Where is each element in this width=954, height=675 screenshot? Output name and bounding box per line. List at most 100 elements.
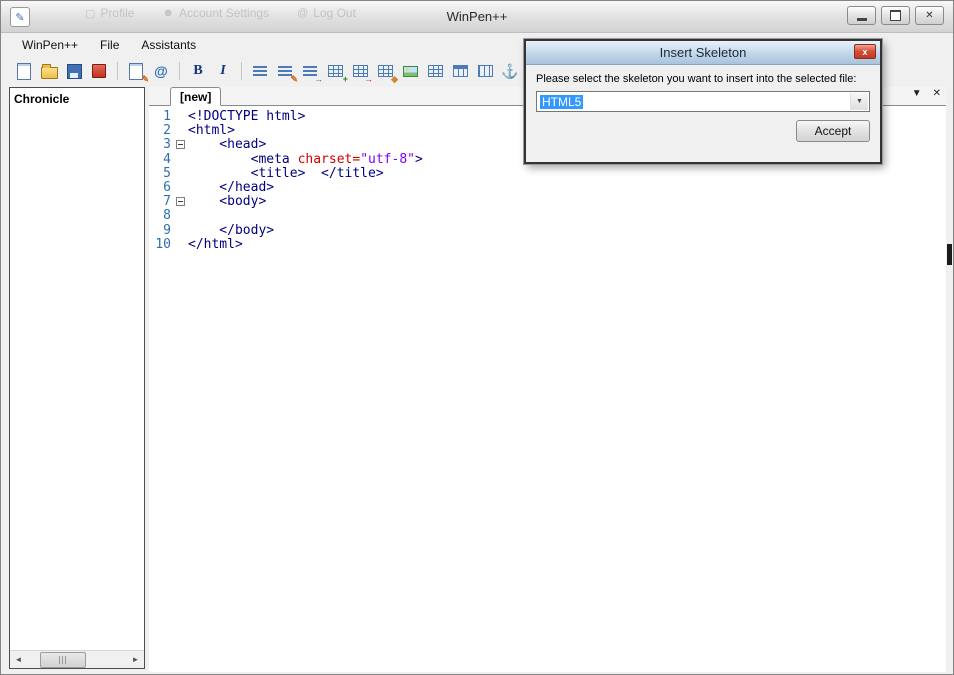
align-center-button[interactable] (249, 60, 271, 82)
table-grid-button[interactable] (424, 60, 446, 82)
save-file-icon (67, 64, 82, 79)
scroll-left-button[interactable]: ◄ (10, 651, 27, 668)
open-folder-button[interactable] (38, 60, 60, 82)
save-file-button[interactable] (63, 60, 85, 82)
code-line: 8 (149, 209, 946, 223)
dialog-close-icon: x (862, 47, 867, 57)
window-title: WinPen++ (1, 9, 953, 24)
fold-margin (174, 124, 188, 138)
table-insert-row-button[interactable]: + (324, 60, 346, 82)
line-number: 5 (149, 167, 174, 181)
new-file-button[interactable] (13, 60, 35, 82)
table-columns-button[interactable] (474, 60, 496, 82)
code-token: <title> </title> (188, 166, 384, 181)
fold-margin[interactable] (174, 195, 188, 209)
line-number: 3 (149, 138, 174, 152)
table-insert-cell-button[interactable]: → (349, 60, 371, 82)
code-token: <!DOCTYPE html> (188, 109, 305, 124)
menu-item-file[interactable]: File (89, 34, 130, 56)
align-indent-button[interactable]: → (299, 60, 321, 82)
bold-button[interactable]: B (187, 60, 209, 82)
fold-collapse-icon[interactable] (176, 197, 185, 206)
code-token: </head> (188, 180, 274, 195)
tab-label: [new] (180, 90, 211, 104)
code-text: <head> (188, 138, 266, 152)
fold-margin (174, 224, 188, 238)
dialog-title: Insert Skeleton (660, 45, 747, 60)
code-text: <title> </title> (188, 167, 384, 181)
table-insert-row-badge-icon: + (343, 75, 348, 84)
fold-margin[interactable] (174, 138, 188, 152)
table-image-button[interactable]: ◆ (374, 60, 396, 82)
table-insert-cell-badge-icon: → (364, 75, 373, 84)
code-token: charset= (298, 152, 361, 167)
close-button[interactable]: ✕ (915, 6, 944, 25)
code-text: </html> (188, 238, 243, 252)
table-header-button[interactable] (449, 60, 471, 82)
close-tab-icon: ✕ (933, 88, 941, 99)
chevron-down-icon: ▼ (856, 98, 863, 105)
fold-margin (174, 153, 188, 167)
code-line: 10</html> (149, 238, 946, 252)
code-line: 5 <title> </title> (149, 167, 946, 181)
accept-button[interactable]: Accept (796, 120, 870, 142)
email-at-button[interactable]: @ (150, 60, 172, 82)
code-line: 7 <body> (149, 195, 946, 209)
align-edit-badge-icon: ✎ (290, 75, 298, 84)
dialog-close-button[interactable]: x (854, 44, 876, 59)
dialog-label: Please select the skeleton you want to i… (536, 73, 870, 85)
vertical-scroll-thumb[interactable] (947, 244, 952, 265)
tab-list-button[interactable]: ▼ (912, 89, 922, 99)
insert-image-icon (403, 66, 418, 77)
tab-new[interactable]: [new] (170, 87, 221, 106)
fold-margin (174, 167, 188, 181)
italic-button[interactable]: I (212, 60, 234, 82)
align-edit-button[interactable]: ✎ (274, 60, 296, 82)
code-editor[interactable]: 1<!DOCTYPE html>2<html>3 <head>4 <meta c… (149, 106, 946, 672)
anchor-button[interactable]: ⚓ (499, 60, 521, 82)
italic-icon: I (220, 64, 225, 78)
code-text: <!DOCTYPE html> (188, 110, 305, 124)
skeleton-combobox[interactable]: HTML5 ▼ (536, 91, 870, 112)
new-file-icon (17, 63, 31, 80)
email-at-icon: @ (154, 64, 168, 78)
editor-panel: [new] ▼ ✕ 1<!DOCTYPE html>2<html>3 <head… (149, 87, 946, 672)
compose-document-button[interactable]: ✎ (125, 60, 147, 82)
code-text: <html> (188, 124, 235, 138)
maximize-button[interactable] (881, 6, 910, 25)
table-insert-row-icon (328, 65, 343, 77)
menu-item-winpen[interactable]: WinPen++ (11, 34, 89, 56)
code-token: </body> (188, 223, 274, 238)
scroll-right-icon: ► (132, 655, 140, 664)
app-window: ✎ ▢Profile☻Account Settings@Log Out WinP… (0, 0, 954, 675)
close-file-icon (92, 64, 106, 78)
tab-actions: ▼ ✕ (912, 89, 941, 99)
sidebar-title: Chronicle (10, 88, 144, 110)
bold-icon: B (193, 64, 202, 78)
caption-buttons: ✕ (847, 6, 944, 25)
fold-collapse-icon[interactable] (176, 140, 185, 149)
close-file-button[interactable] (88, 60, 110, 82)
close-tab-button[interactable]: ✕ (933, 89, 941, 99)
chevron-down-icon: ▼ (912, 88, 922, 99)
line-number: 4 (149, 153, 174, 167)
insert-image-button[interactable] (399, 60, 421, 82)
title-bar: ✎ ▢Profile☻Account Settings@Log Out WinP… (1, 1, 953, 33)
combobox-dropdown-button[interactable]: ▼ (850, 93, 868, 110)
menu-item-assistants[interactable]: Assistants (130, 34, 207, 56)
scrollbar-track[interactable] (27, 651, 127, 668)
fold-margin (174, 110, 188, 124)
dialog-body: Please select the skeleton you want to i… (526, 65, 880, 142)
code-text: <meta charset="utf-8"> (188, 153, 423, 167)
fold-margin (174, 209, 188, 223)
sidebar-horizontal-scrollbar: ◄ ► (10, 650, 144, 668)
scroll-right-button[interactable]: ► (127, 651, 144, 668)
code-text: </head> (188, 181, 274, 195)
table-header-icon (453, 65, 468, 77)
code-token: <head> (188, 137, 266, 152)
scrollbar-thumb[interactable] (40, 652, 86, 668)
anchor-icon: ⚓ (501, 64, 518, 78)
dialog-title-bar[interactable]: Insert Skeleton x (526, 41, 880, 65)
code-line: 9 </body> (149, 224, 946, 238)
minimize-button[interactable] (847, 6, 876, 25)
